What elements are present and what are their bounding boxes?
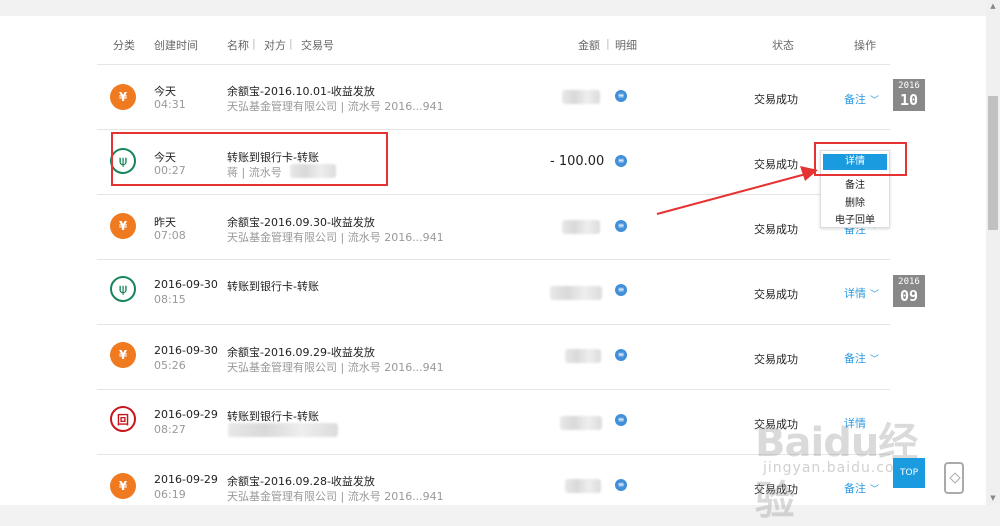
row-name[interactable]: 转账到银行卡-转账: [227, 408, 319, 424]
blurred-amount: [562, 90, 600, 104]
abc-bank-icon: ⍦: [110, 276, 136, 302]
row-status: 交易成功: [754, 353, 798, 366]
row-sub: 天弘基金管理有限公司 | 流水号 2016...941: [227, 490, 444, 503]
table-row[interactable]: ⍦ 2016-09-30 08:15 转账到银行卡-转账 ≡ 交易成功 详情 ﹀: [0, 260, 986, 324]
badge-month: 09: [899, 287, 919, 305]
row-status: 交易成功: [754, 223, 798, 236]
row-name[interactable]: 余额宝-2016.09.29-收益发放: [227, 344, 375, 360]
header-sep: |: [606, 37, 610, 50]
blurred-amount: [565, 349, 601, 363]
row-time: 08:27: [154, 423, 186, 436]
badge-month: 10: [899, 91, 919, 109]
yuebao-bag-icon: ¥: [110, 342, 136, 368]
scrollbar-thumb[interactable]: [988, 96, 998, 230]
header-counterparty: 对方: [264, 39, 286, 52]
highlight-box-row: [111, 132, 388, 186]
scrollbar[interactable]: [986, 0, 1000, 505]
row-name[interactable]: 转账到银行卡-转账: [227, 278, 319, 294]
detail-icon[interactable]: ≡: [615, 220, 627, 232]
row-sub: 天弘基金管理有限公司 | 流水号 2016...941: [227, 100, 444, 113]
row-action-button[interactable]: 详情 ﹀: [844, 285, 879, 301]
blurred-amount: [565, 479, 601, 493]
table-row[interactable]: ¥ 2016-09-30 05:26 余额宝-2016.09.29-收益发放 天…: [0, 325, 986, 389]
detail-icon[interactable]: ≡: [615, 349, 627, 361]
blurred-sub: [228, 423, 338, 437]
row-time: 06:19: [154, 488, 186, 501]
row-name[interactable]: 余额宝-2016.10.01-收益发放: [227, 83, 375, 99]
highlight-box-detail: [814, 142, 907, 176]
watermark-url: jingyan.baidu.com: [763, 460, 910, 476]
row-time: 08:15: [154, 293, 186, 306]
header-sep: |: [289, 37, 293, 50]
detail-icon[interactable]: ≡: [615, 414, 627, 426]
yuebao-bag-icon: ¥: [110, 213, 136, 239]
header-serial: 交易号: [301, 39, 334, 52]
icbc-bank-icon: 回: [110, 406, 136, 432]
row-status: 交易成功: [754, 288, 798, 301]
chevron-down-icon: ﹀: [870, 96, 880, 106]
scroll-up-arrow-icon[interactable]: ▲: [988, 2, 998, 10]
header-detail: 明细: [615, 39, 637, 52]
row-date: 2016-09-30: [154, 278, 218, 291]
header-sep: |: [252, 37, 256, 50]
table-row[interactable]: ¥ 今天 04:31 余额宝-2016.10.01-收益发放 天弘基金管理有限公…: [0, 65, 986, 129]
back-to-top-button[interactable]: TOP: [893, 458, 925, 488]
table-header: 分类 创建时间 名称 | 对方 | 交易号 金额 | 明细 状态 操作: [0, 37, 986, 53]
baidu-watermark: Baidu经验 jingyan.baidu.com: [755, 410, 955, 524]
row-date: 昨天: [154, 216, 176, 229]
blurred-amount: [560, 416, 602, 430]
row-status: 交易成功: [754, 158, 798, 171]
row-name[interactable]: 余额宝-2016.09.30-收益发放: [227, 214, 375, 230]
top-bar: [0, 0, 986, 16]
dropdown-item-delete[interactable]: 删除: [821, 194, 889, 209]
yuebao-bag-icon: ¥: [110, 84, 136, 110]
row-name[interactable]: 余额宝-2016.09.28-收益发放: [227, 473, 375, 489]
dropdown-item-receipt[interactable]: 电子回单: [821, 211, 889, 226]
row-status: 交易成功: [754, 93, 798, 106]
header-created: 创建时间: [154, 39, 198, 52]
row-action-label: 详情: [844, 287, 866, 300]
detail-icon[interactable]: ≡: [615, 90, 627, 102]
row-date: 2016-09-29: [154, 473, 218, 486]
month-badge: 2016 09: [893, 275, 925, 307]
row-time: 04:31: [154, 98, 186, 111]
row-amount: - 100.00: [550, 154, 605, 169]
scroll-down-arrow-icon[interactable]: ▼: [988, 494, 998, 502]
month-badge: 2016 10: [893, 79, 925, 111]
chevron-down-icon: ﹀: [870, 290, 880, 300]
yuebao-bag-icon: ¥: [110, 473, 136, 499]
row-date: 2016-09-30: [154, 344, 218, 357]
row-action-label: 备注: [844, 352, 866, 365]
row-action-button[interactable]: 备注 ﹀: [844, 91, 879, 107]
row-action-label: 备注: [844, 93, 866, 106]
chevron-down-icon: ﹀: [870, 355, 880, 365]
blurred-amount: [550, 286, 602, 300]
mobile-phone-icon[interactable]: [944, 462, 964, 494]
detail-icon[interactable]: ≡: [615, 284, 627, 296]
header-category: 分类: [113, 39, 135, 52]
header-action: 操作: [854, 39, 876, 52]
row-date: 今天: [154, 85, 176, 98]
row-action-button[interactable]: 备注 ﹀: [844, 350, 879, 366]
blurred-amount: [562, 220, 600, 234]
row-time: 07:08: [154, 229, 186, 242]
header-status: 状态: [772, 39, 794, 52]
row-date: 2016-09-29: [154, 408, 218, 421]
row-sub: 天弘基金管理有限公司 | 流水号 2016...941: [227, 361, 444, 374]
row-sub: 天弘基金管理有限公司 | 流水号 2016...941: [227, 231, 444, 244]
detail-icon[interactable]: ≡: [615, 155, 627, 167]
header-amount: 金额: [578, 39, 600, 52]
detail-icon[interactable]: ≡: [615, 479, 627, 491]
row-time: 05:26: [154, 359, 186, 372]
dropdown-item-note[interactable]: 备注: [821, 176, 889, 191]
header-name: 名称: [227, 39, 249, 52]
